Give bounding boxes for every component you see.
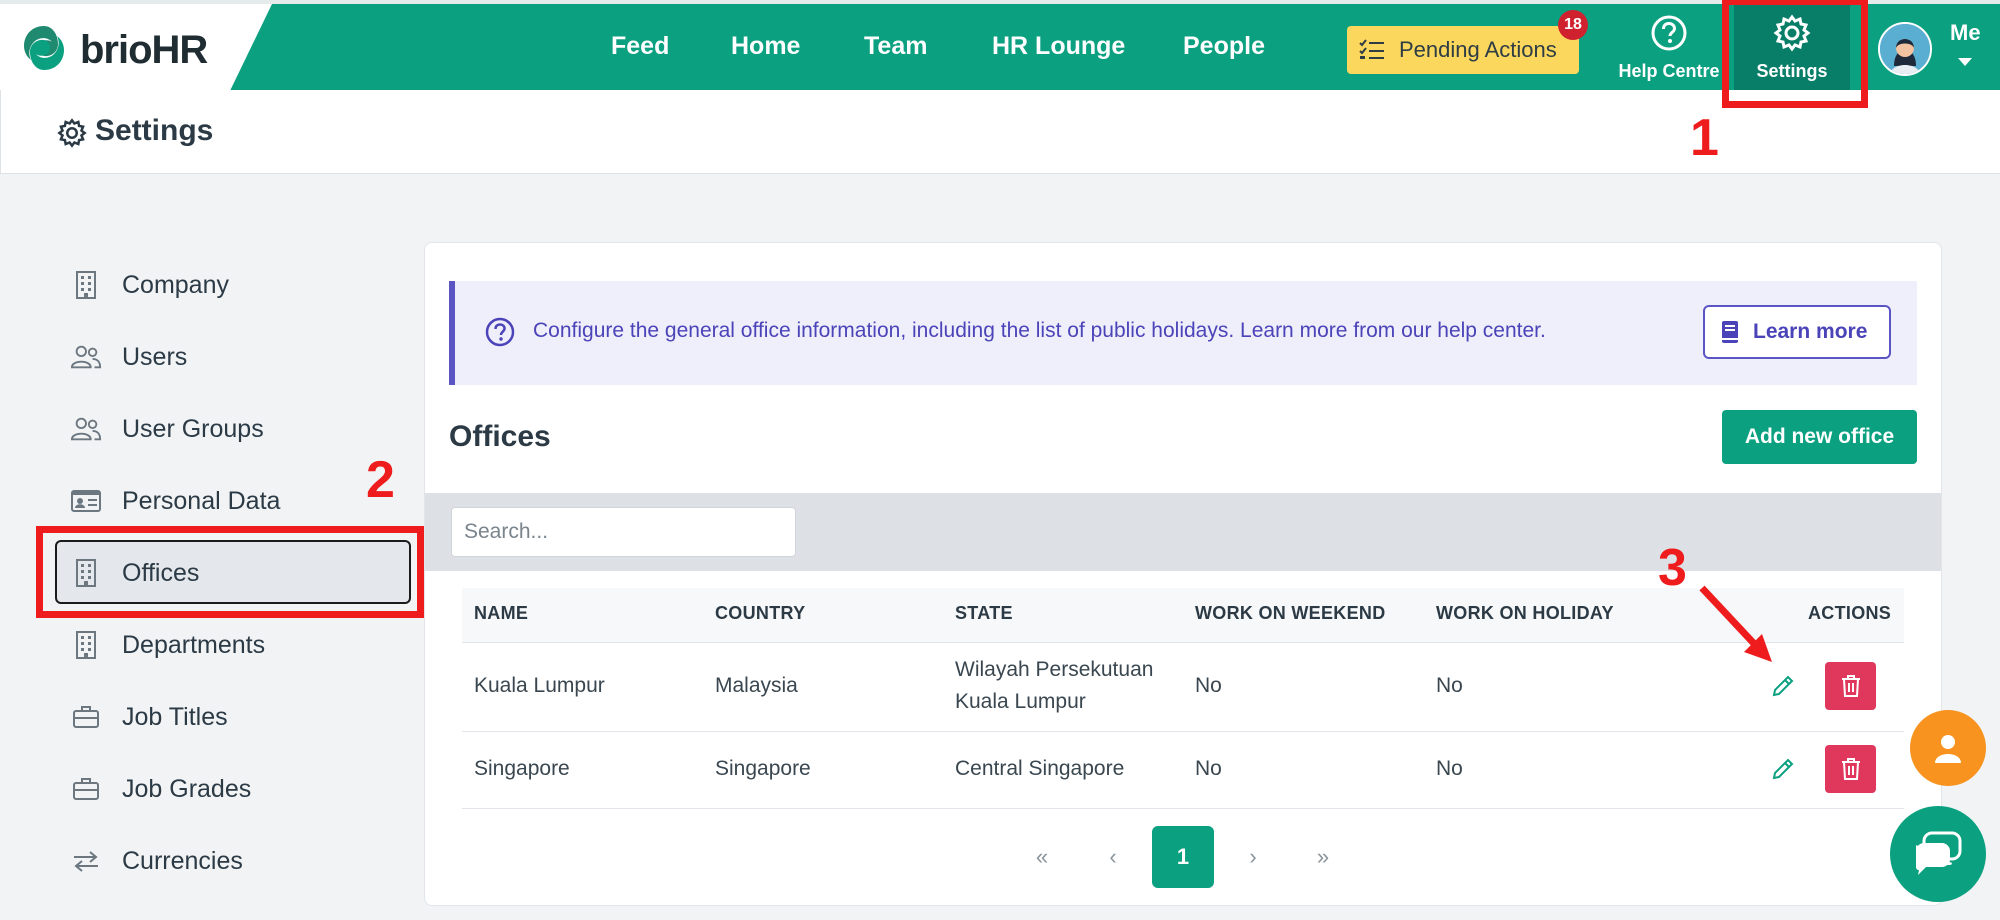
sidebar-item-job-grades[interactable]: Job Grades — [70, 769, 251, 809]
sidebar-item-job-titles[interactable]: Job Titles — [70, 697, 228, 737]
cell-work-on-weekend: No — [1195, 674, 1222, 697]
annotation-number-3: 3 — [1658, 539, 1687, 597]
cell-work-on-holiday: No — [1436, 674, 1463, 697]
sidebar-item-label: User Groups — [122, 414, 264, 443]
exchange-icon — [70, 845, 102, 877]
cell-work-on-weekend: No — [1195, 757, 1222, 780]
nav-team[interactable]: Team — [864, 32, 927, 61]
sidebar-item-label: Job Grades — [122, 774, 252, 803]
pending-actions-button[interactable]: Pending Actions — [1347, 26, 1579, 74]
question-circle-icon — [485, 317, 515, 347]
offices-heading: Offices — [449, 420, 551, 453]
checklist-icon — [1359, 39, 1384, 59]
building-icon — [70, 629, 102, 661]
sidebar-item-label: Personal Data — [122, 486, 281, 515]
cell-country: Malaysia — [715, 674, 798, 697]
sidebar-item-personal-data[interactable]: Personal Data — [70, 481, 280, 521]
edit-pencil-icon[interactable] — [1770, 756, 1796, 782]
page-title: Settings — [95, 114, 214, 147]
sidebar-item-label: Users — [122, 342, 188, 371]
id-card-icon — [70, 485, 102, 517]
sidebar-item-label: Departments — [122, 630, 266, 659]
info-text: Configure the general office information… — [533, 319, 1546, 342]
column-header-state[interactable]: STATE — [955, 603, 1013, 624]
settings-gear-icon — [57, 118, 87, 148]
pending-count-badge: 18 — [1558, 10, 1588, 40]
cell-work-on-holiday: No — [1436, 757, 1463, 780]
avatar[interactable] — [1878, 22, 1932, 76]
annotation-number-1: 1 — [1690, 109, 1719, 167]
help-centre-button[interactable]: Help Centre — [1614, 14, 1724, 86]
cell-name: Singapore — [474, 757, 570, 780]
sidebar-item-departments[interactable]: Departments — [70, 625, 265, 665]
delete-button[interactable] — [1825, 662, 1876, 710]
cell-state: Wilayah Persekutuan — [955, 658, 1154, 681]
user-menu-caret-icon[interactable] — [1958, 58, 1972, 66]
cell-state-line2: Kuala Lumpur — [955, 690, 1086, 713]
row-divider — [462, 808, 1904, 809]
user-avatar-icon — [1880, 24, 1930, 74]
annotation-box-offices — [36, 526, 424, 618]
search-input[interactable] — [451, 507, 796, 557]
book-icon — [1722, 321, 1738, 343]
logo[interactable]: brioHR — [0, 4, 272, 94]
sidebar-item-label: Currencies — [122, 846, 243, 875]
chat-icon — [1916, 831, 1962, 875]
add-new-office-button[interactable]: Add new office — [1722, 410, 1917, 464]
top-navbar: brioHR Feed Home Team HR Lounge People P… — [0, 0, 2000, 94]
users-icon — [70, 413, 102, 445]
nav-feed[interactable]: Feed — [611, 32, 669, 61]
brio-logo-icon — [24, 26, 64, 70]
annotation-box-settings — [1722, 0, 1868, 108]
sidebar-item-label: Company — [122, 270, 229, 299]
column-header-work-on-weekend[interactable]: WORK ON WEEKEND — [1195, 603, 1386, 624]
sidebar-item-company[interactable]: Company — [70, 265, 229, 305]
trash-icon — [1841, 758, 1860, 780]
cell-name: Kuala Lumpur — [474, 674, 605, 697]
cell-state: Central Singapore — [955, 757, 1125, 780]
column-header-actions: ACTIONS — [1808, 603, 1892, 623]
sidebar-item-label: Job Titles — [122, 702, 228, 731]
delete-button[interactable] — [1825, 745, 1876, 793]
annotation-arrow-icon — [1699, 585, 1772, 662]
users-icon — [70, 341, 102, 373]
learn-more-button[interactable]: Learn more — [1703, 305, 1891, 359]
trash-icon — [1841, 675, 1860, 697]
pending-actions-label: Pending Actions — [1399, 37, 1557, 62]
sidebar-item-user-groups[interactable]: User Groups — [70, 409, 264, 449]
sidebar-item-users[interactable]: Users — [70, 337, 187, 377]
chat-fab-button[interactable] — [1890, 806, 1986, 902]
nav-home[interactable]: Home — [731, 32, 800, 61]
row-divider — [462, 731, 1904, 732]
pagination-next[interactable]: › — [1222, 826, 1284, 888]
pagination-prev[interactable]: ‹ — [1082, 826, 1144, 888]
nav-hr-lounge[interactable]: HR Lounge — [992, 32, 1125, 61]
person-icon — [1935, 735, 1961, 763]
table-header — [462, 588, 1904, 643]
sidebar-item-currencies[interactable]: Currencies — [70, 841, 243, 881]
column-header-name[interactable]: NAME — [474, 603, 528, 624]
column-header-work-on-holiday[interactable]: WORK ON HOLIDAY — [1436, 603, 1614, 624]
logo-text: brioHR — [80, 28, 208, 72]
user-menu-label[interactable]: Me — [1950, 20, 1981, 46]
pagination-last[interactable]: » — [1292, 826, 1354, 888]
pagination-first[interactable]: « — [1011, 826, 1073, 888]
help-centre-label: Help Centre — [1618, 61, 1720, 81]
briefcase-icon — [70, 773, 102, 805]
profile-fab-button[interactable] — [1910, 710, 1986, 786]
question-circle-icon — [1651, 15, 1687, 51]
building-icon — [70, 269, 102, 301]
pagination-page-1[interactable]: 1 — [1152, 826, 1214, 888]
learn-more-label: Learn more — [1753, 320, 1868, 343]
annotation-number-2: 2 — [366, 451, 395, 509]
info-banner: Configure the general office information… — [449, 281, 1917, 385]
briefcase-icon — [70, 701, 102, 733]
nav-people[interactable]: People — [1183, 32, 1265, 61]
cell-country: Singapore — [715, 757, 811, 780]
column-header-country[interactable]: COUNTRY — [715, 603, 805, 624]
